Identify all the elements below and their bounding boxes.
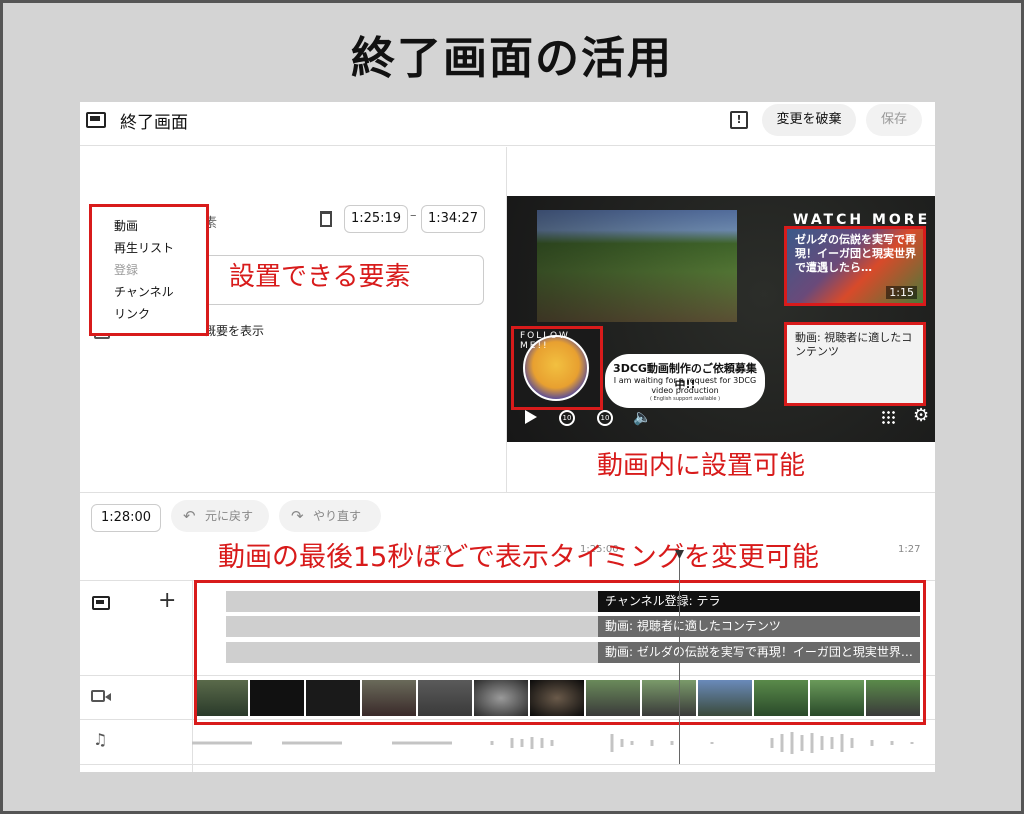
start-time-field[interactable]: 1:25:19	[344, 205, 408, 233]
video-preview[interactable]: WATCH MORE ゼルダの伝説を実写で再現！イーガ団と現実世界で遭遇したら……	[507, 196, 935, 442]
undo-label: 元に戻す	[205, 509, 254, 523]
undo-button[interactable]: ↶ 元に戻す	[171, 500, 269, 532]
playhead[interactable]	[679, 554, 680, 764]
range-separator: –	[410, 208, 417, 223]
menu-item-playlist[interactable]: 再生リスト	[114, 239, 174, 256]
grid-icon[interactable]	[881, 410, 895, 424]
rewind-10-icon[interactable]: 10	[559, 410, 575, 426]
undo-icon: ↶	[183, 507, 196, 525]
timeline-divider	[80, 764, 935, 765]
end-time-field[interactable]: 1:34:27	[421, 205, 485, 233]
volume-icon[interactable]: 🔈	[633, 408, 652, 426]
save-button[interactable]: 保存	[866, 104, 922, 136]
forward-10-icon[interactable]: 10	[597, 410, 613, 426]
avatar-text: FOLLOW ME!!	[520, 331, 570, 351]
discard-changes-button[interactable]: 変更を破棄	[762, 104, 856, 136]
end-screen-track-icon	[92, 596, 110, 610]
playhead-handle[interactable]	[675, 550, 684, 559]
video-card-duration: 1:15	[886, 286, 917, 299]
audio-track-icon: ♫	[93, 730, 108, 749]
current-time-field[interactable]: 1:28:00	[91, 504, 161, 532]
toolbar-divider	[80, 492, 935, 493]
page-title: 終了画面の活用	[351, 33, 673, 84]
element-panel: 素 1:25:19 – 1:34:27 ら ポップアップの概要を表示 動画 再生…	[80, 147, 506, 492]
promo-bubble: 3DCG動画制作のご依頼募集中!! I am waiting for a req…	[605, 354, 765, 408]
end-screen-editor: 終了画面 ! 変更を破棄 保存 素 1:25:19 – 1:34:27 ら ポッ…	[80, 102, 935, 772]
end-screen-subscribe-element[interactable]: FOLLOW ME!!	[511, 326, 603, 410]
element-type-menu: 動画 再生リスト 登録 チャンネル リンク	[89, 204, 209, 336]
ruler-tick: 1:27	[898, 544, 921, 555]
redo-button[interactable]: ↷ やり直す	[279, 500, 381, 532]
editor-header: 終了画面 ! 変更を破棄 保存	[80, 102, 935, 146]
gear-icon[interactable]: ⚙	[913, 405, 929, 426]
annotation-timeline-box	[194, 580, 926, 725]
end-screen-video-card[interactable]: ゼルダの伝説を実写で再現！イーガ団と現実世界で遭遇したら… 1:15	[784, 226, 926, 306]
annotation-timing: 動画の最後15秒ほどで表示タイミングを変更可能	[218, 542, 819, 573]
end-screen-icon	[86, 112, 106, 128]
video-card-title: ゼルダの伝説を実写で再現！イーガ団と現実世界で遭遇したら…	[795, 233, 916, 274]
feedback-icon[interactable]: !	[730, 111, 748, 129]
audio-waveform	[192, 732, 914, 754]
promo-line-2: I am waiting for a request for 3DCG vide…	[613, 376, 757, 395]
menu-item-subscribe: 登録	[114, 263, 139, 277]
menu-item-link[interactable]: リンク	[114, 305, 150, 322]
menu-item-video[interactable]: 動画	[114, 217, 138, 234]
add-element-icon[interactable]: +	[158, 588, 176, 613]
menu-item-channel[interactable]: チャンネル	[114, 283, 174, 300]
annotation-in-video: 動画内に設置可能	[597, 451, 806, 481]
end-screen-best-for-viewer-card[interactable]: 動画: 視聴者に適したコンテンツ	[784, 322, 926, 406]
editor-title: 終了画面	[120, 113, 188, 133]
redo-icon: ↷	[291, 507, 304, 525]
annotation-placeable-elements: 設置できる要素	[229, 262, 411, 292]
promo-line-3: ( English support available )	[649, 396, 721, 402]
play-icon[interactable]	[525, 410, 537, 424]
trash-icon[interactable]	[320, 211, 332, 227]
best-for-viewer-title: 動画: 視聴者に適したコンテンツ	[795, 331, 913, 358]
redo-label: やり直す	[313, 509, 362, 523]
video-track-icon	[91, 690, 111, 702]
